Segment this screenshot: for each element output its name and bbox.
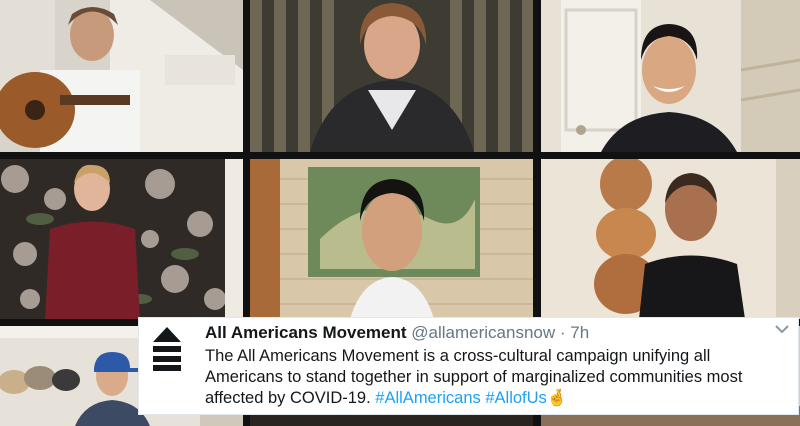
eject-icon[interactable]: [153, 327, 181, 371]
video-tile-man-hallway: [541, 0, 800, 152]
tweet-text: The All Americans Movement is a cross-cu…: [205, 346, 765, 409]
video-tile-man-floral-wall: [0, 159, 243, 319]
account-handle[interactable]: @allamericansnow: [411, 323, 555, 342]
hashtag-allofus[interactable]: #AllofUs: [485, 389, 546, 407]
video-tile-woman-curtains: [250, 0, 533, 152]
video-tile-guitarist: [0, 0, 243, 152]
tweet-timestamp[interactable]: 7h: [570, 323, 589, 342]
video-tile-man-stone-wall: [250, 159, 533, 319]
chevron-down-icon[interactable]: [774, 322, 790, 334]
tweet-header: All Americans Movement @allamericansnow …: [205, 323, 589, 343]
hashtag-allamericans[interactable]: #AllAmericans: [375, 389, 480, 407]
account-name[interactable]: All Americans Movement: [205, 323, 407, 342]
separator-dot: ·: [559, 323, 566, 342]
crossed-fingers-emoji: 🤞: [546, 389, 568, 407]
tweet-card[interactable]: All Americans Movement @allamericansnow …: [138, 317, 799, 415]
video-tile-man-sculpture: [541, 159, 800, 319]
